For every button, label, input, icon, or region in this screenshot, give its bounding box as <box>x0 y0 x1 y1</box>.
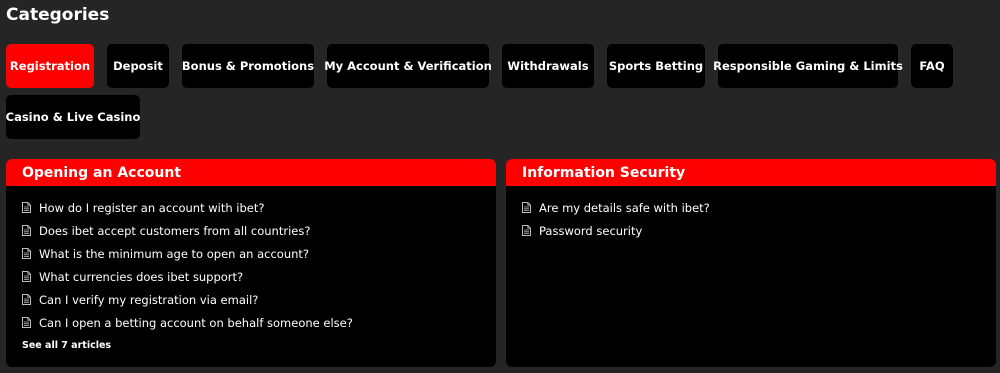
see-all-articles-link[interactable]: See all 7 articles <box>22 340 496 351</box>
section-title: Opening an Account <box>6 159 496 186</box>
category-deposit[interactable]: Deposit <box>107 44 169 88</box>
category-withdrawals[interactable]: Withdrawals <box>502 44 594 88</box>
page-title: Categories <box>6 5 110 25</box>
article-title: What currencies does ibet support? <box>39 269 244 284</box>
document-icon <box>22 202 31 213</box>
category-faq[interactable]: FAQ <box>911 44 953 88</box>
document-icon <box>22 248 31 259</box>
category-casino-live-casino[interactable]: Casino & Live Casino <box>6 95 140 139</box>
section-information-security: Information Security Are my details safe… <box>506 159 996 367</box>
document-icon <box>22 294 31 305</box>
article-link[interactable]: How do I register an account with ibet? <box>22 196 496 219</box>
article-title: Can I open a betting account on behalf s… <box>39 315 353 330</box>
category-bonus-promotions[interactable]: Bonus & Promotions <box>182 44 314 88</box>
category-registration[interactable]: Registration <box>6 44 94 88</box>
article-link[interactable]: What is the minimum age to open an accou… <box>22 242 496 265</box>
article-link[interactable]: Are my details safe with ibet? <box>522 196 996 219</box>
article-link[interactable]: Password security <box>522 219 996 242</box>
document-icon <box>522 202 531 213</box>
category-sports-betting[interactable]: Sports Betting <box>607 44 705 88</box>
category-responsible-gaming-limits[interactable]: Responsible Gaming & Limits <box>713 44 903 88</box>
document-icon <box>22 271 31 282</box>
article-link[interactable]: Does ibet accept customers from all coun… <box>22 219 496 242</box>
article-title: Can I verify my registration via email? <box>39 292 259 307</box>
article-link[interactable]: Can I open a betting account on behalf s… <box>22 311 496 334</box>
category-my-account-verification[interactable]: My Account & Verification <box>324 44 492 88</box>
article-title: Does ibet accept customers from all coun… <box>39 223 311 238</box>
article-title: How do I register an account with ibet? <box>39 200 265 215</box>
article-list: Are my details safe with ibet? Password … <box>506 186 996 242</box>
article-title: Are my details safe with ibet? <box>539 200 710 215</box>
article-link[interactable]: What currencies does ibet support? <box>22 265 496 288</box>
article-title: Password security <box>539 223 643 238</box>
article-title: What is the minimum age to open an accou… <box>39 246 310 261</box>
section-opening-an-account: Opening an Account How do I register an … <box>6 159 496 367</box>
section-title: Information Security <box>506 159 996 186</box>
document-icon <box>22 225 31 236</box>
article-list: How do I register an account with ibet? … <box>6 186 496 334</box>
document-icon <box>522 225 531 236</box>
document-icon <box>22 317 31 328</box>
article-link[interactable]: Can I verify my registration via email? <box>22 288 496 311</box>
